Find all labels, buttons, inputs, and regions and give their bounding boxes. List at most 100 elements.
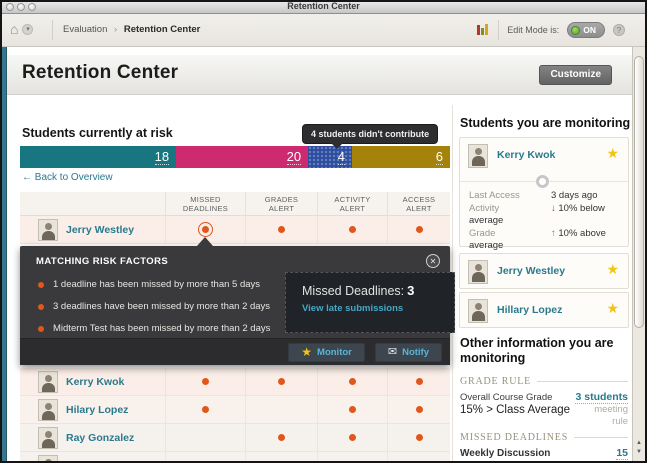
other-info-heading: Other information you are monitoring bbox=[460, 336, 628, 366]
alert-dot[interactable] bbox=[349, 434, 356, 441]
student-name-link[interactable]: Jerry Westley bbox=[66, 224, 134, 236]
help-icon[interactable]: ? bbox=[613, 24, 625, 36]
grade-rule-name: Overall Course Grade bbox=[460, 392, 552, 403]
alert-dot[interactable] bbox=[202, 378, 209, 385]
scroll-up-icon[interactable]: ▲ bbox=[633, 439, 645, 448]
segment-count[interactable]: 4 bbox=[338, 149, 345, 165]
risk-factor-item: 3 deadlines have been missed by more tha… bbox=[38, 301, 293, 312]
student-name-link[interactable]: Jerry Westley bbox=[497, 265, 565, 277]
edit-mode-label: Edit Mode is: bbox=[507, 25, 559, 35]
chart-icon[interactable] bbox=[477, 24, 490, 36]
breadcrumb: Evaluation › Retention Center bbox=[63, 24, 200, 35]
alert-dot[interactable] bbox=[416, 434, 423, 441]
missed-deadlines-section-header: MISSED DEADLINES bbox=[460, 432, 628, 443]
back-to-overview-link[interactable]: ← Back to Overview bbox=[22, 172, 113, 183]
risk-segment-activity[interactable]: 4 bbox=[308, 146, 352, 168]
missed-deadlines-metric-box: Missed Deadlines:3 View late submissions bbox=[285, 272, 455, 333]
scrollbar-thumb[interactable] bbox=[634, 56, 644, 328]
scroll-down-icon[interactable]: ▼ bbox=[633, 448, 645, 457]
missed-deadline-count-link[interactable]: 15 bbox=[616, 447, 628, 460]
edit-mode-on-indicator bbox=[571, 26, 580, 35]
risk-factor-item: 1 deadline has been missed by more than … bbox=[38, 279, 293, 290]
breadcrumb-evaluation[interactable]: Evaluation bbox=[63, 24, 107, 35]
student-name-link[interactable]: Roberta Frank bbox=[66, 460, 137, 463]
bullet-dot-icon bbox=[38, 304, 44, 310]
avatar bbox=[468, 260, 488, 284]
page-title: Retention Center bbox=[22, 62, 178, 84]
monitoring-heading: Students you are monitoring bbox=[460, 116, 630, 130]
alert-dot-selected[interactable] bbox=[198, 222, 213, 237]
edit-mode-state: ON bbox=[583, 25, 596, 35]
star-icon[interactable]: ★ bbox=[606, 302, 619, 314]
close-icon[interactable]: ✕ bbox=[426, 254, 440, 268]
column-header-activity-alert[interactable]: ACTIVITY ALERT bbox=[317, 192, 387, 215]
avatar bbox=[468, 299, 488, 323]
segment-count[interactable]: 6 bbox=[436, 149, 443, 165]
collapse-toggle[interactable] bbox=[536, 175, 549, 188]
window-title: Retention Center bbox=[0, 1, 647, 11]
alert-dot[interactable] bbox=[278, 378, 285, 385]
monitored-student-card: Jerry Westley ★ bbox=[459, 253, 629, 289]
student-name-link[interactable]: Ray Gonzalez bbox=[66, 432, 134, 444]
star-icon: ★ bbox=[301, 346, 312, 358]
tooltip-caret bbox=[331, 143, 343, 149]
avatar bbox=[468, 144, 488, 168]
view-late-submissions-link[interactable]: View late submissions bbox=[302, 303, 454, 314]
alert-dot[interactable] bbox=[349, 378, 356, 385]
edit-mode-toggle[interactable]: ON bbox=[567, 22, 605, 38]
monitored-student-card-expanded: Kerry Kwok ★ Last Access3 days ago Activ… bbox=[459, 137, 629, 247]
scrollbar[interactable]: ▲ ▼ bbox=[632, 47, 645, 461]
segment-count[interactable]: 20 bbox=[287, 149, 301, 165]
star-icon[interactable]: ★ bbox=[606, 263, 619, 275]
bullet-dot-icon bbox=[38, 282, 44, 288]
window-titlebar: Retention Center bbox=[0, 0, 647, 14]
meeting-rule-note: meetingrule bbox=[594, 404, 628, 428]
alert-dot[interactable] bbox=[202, 406, 209, 413]
student-name-link[interactable]: Kerry Kwok bbox=[66, 376, 124, 388]
retention-center-window: Retention Center ⌂ ▾ Evaluation › Retent… bbox=[0, 0, 647, 463]
student-name-link[interactable]: Kerry Kwok bbox=[497, 149, 555, 161]
students-at-risk-heading: Students currently at risk bbox=[22, 126, 173, 140]
avatar bbox=[38, 219, 58, 241]
monitor-button[interactable]: ★ Monitor bbox=[288, 343, 365, 362]
alert-dot[interactable] bbox=[416, 406, 423, 413]
column-header-access-alert[interactable]: ACCESS ALERT bbox=[387, 192, 450, 215]
alert-dot[interactable] bbox=[278, 226, 285, 233]
divider bbox=[52, 20, 53, 40]
risk-segment-access[interactable]: 6 bbox=[352, 146, 450, 168]
bullet-dot-icon bbox=[38, 326, 44, 332]
alerts-table-body: Kerry Kwok Hilary Lopez Ray Gonzalez bbox=[20, 368, 450, 463]
alert-dot[interactable] bbox=[416, 226, 423, 233]
column-header-missed-deadlines[interactable]: MISSED DEADLINES bbox=[165, 192, 245, 215]
notify-button[interactable]: ✉ Notify bbox=[375, 343, 442, 362]
envelope-icon: ✉ bbox=[388, 347, 397, 358]
chevron-down-icon[interactable]: ▾ bbox=[22, 24, 33, 35]
alert-dot[interactable] bbox=[278, 434, 285, 441]
risk-segment-missed-deadlines[interactable]: 18 bbox=[20, 146, 176, 168]
segment-count[interactable]: 18 bbox=[155, 149, 169, 165]
risk-segment-grades[interactable]: 20 bbox=[176, 146, 308, 168]
home-icon[interactable]: ⌂ bbox=[10, 22, 18, 36]
students-meeting-rule-link[interactable]: 3 students bbox=[575, 391, 628, 404]
alert-dot[interactable] bbox=[349, 226, 356, 233]
avatar bbox=[38, 371, 58, 393]
table-row: Kerry Kwok bbox=[20, 368, 450, 396]
student-name-link[interactable]: Hilary Lopez bbox=[66, 404, 128, 416]
alert-dot[interactable] bbox=[416, 378, 423, 385]
customize-button[interactable]: Customize bbox=[539, 65, 612, 85]
star-icon[interactable]: ★ bbox=[606, 147, 619, 159]
missed-deadline-item: Weekly Discussion bbox=[460, 448, 550, 459]
back-arrow-icon: ← bbox=[22, 172, 32, 183]
divider bbox=[498, 20, 499, 40]
trend-down-icon: ↓ bbox=[551, 203, 556, 214]
metric-label: Missed Deadlines: bbox=[302, 284, 404, 298]
breadcrumb-separator: › bbox=[114, 24, 117, 35]
avatar bbox=[38, 399, 58, 421]
student-name-link[interactable]: Hillary Lopez bbox=[497, 304, 562, 316]
breadcrumb-current: Retention Center bbox=[124, 24, 201, 35]
popup-caret bbox=[197, 237, 213, 246]
column-header-grades-alert[interactable]: GRADES ALERT bbox=[245, 192, 317, 215]
avatar bbox=[38, 455, 58, 463]
alert-dot[interactable] bbox=[349, 406, 356, 413]
risk-factors-popup: MATCHING RISK FACTORS ✕ 1 deadline has b… bbox=[20, 246, 450, 365]
